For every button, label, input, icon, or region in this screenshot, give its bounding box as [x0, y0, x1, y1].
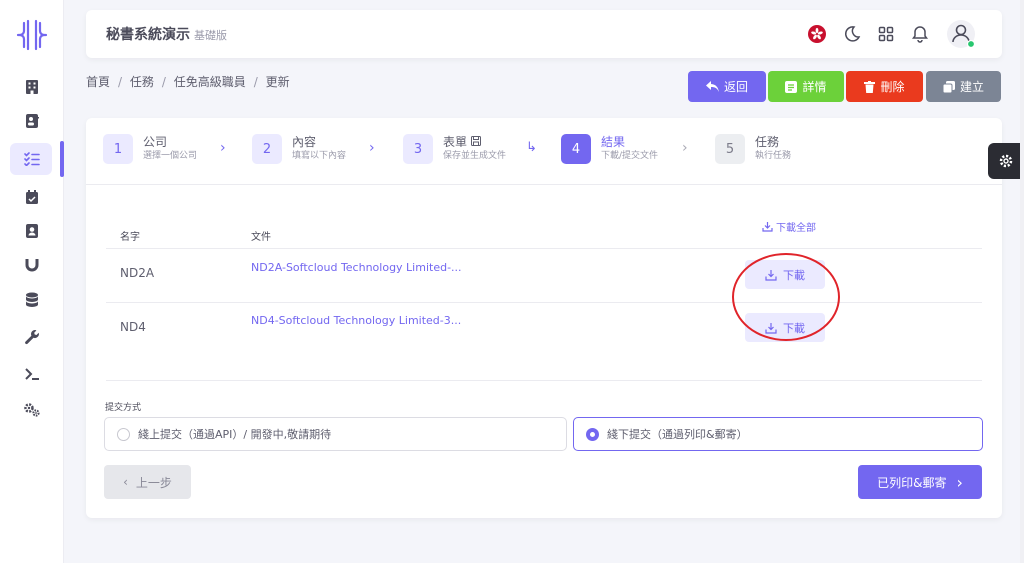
submission-option-label: 綫上提交（通過API）/ 開發中,敬請期待 — [138, 428, 332, 441]
breadcrumb-tasks[interactable]: 任務 — [130, 75, 154, 89]
back-button[interactable]: 返回 — [688, 71, 766, 102]
app-logo[interactable] — [14, 18, 50, 52]
row-file-link[interactable]: ND2A-Softcloud Technology Limited-... — [251, 261, 462, 274]
details-icon — [785, 80, 798, 93]
save-icon — [470, 136, 481, 146]
copy-icon — [942, 80, 955, 93]
submission-option-online[interactable]: 綫上提交（通過API）/ 開發中,敬請期待 — [104, 417, 567, 451]
detail-button[interactable]: 詳情 — [768, 71, 844, 102]
wrench-icon[interactable] — [22, 327, 42, 347]
chevron-right-icon: › — [369, 140, 375, 156]
step-number: 3 — [403, 134, 433, 164]
delete-button[interactable]: 刪除 — [846, 71, 923, 102]
corner-down-right-icon: ↳ — [526, 140, 537, 155]
chevron-right-icon: › — [220, 140, 226, 156]
top-header: 秘書系統演示 基礎版 — [86, 10, 1002, 58]
breadcrumb-current: 更新 — [265, 75, 290, 89]
breadcrumb-appointment[interactable]: 任免高級職員 — [174, 75, 246, 89]
printed-mailed-label: 已列印&郵寄 — [877, 475, 947, 490]
create-button-label: 建立 — [959, 80, 984, 94]
chevron-left-icon: ‹ — [123, 475, 128, 489]
previous-step-label: 上一步 — [135, 475, 172, 490]
chevron-right-icon: › — [956, 472, 963, 492]
building-icon[interactable] — [22, 77, 42, 97]
step-title: 內容 — [292, 135, 317, 149]
radio-button-selected[interactable] — [586, 427, 599, 441]
step-content[interactable]: 2 內容填寫以下內容 — [252, 134, 346, 164]
breadcrumb-home[interactable]: 首頁 — [86, 75, 110, 89]
calendar-check-icon[interactable] — [22, 187, 42, 207]
step-title: 任務 — [755, 135, 780, 149]
column-header-file: 文件 — [251, 232, 271, 243]
step-task[interactable]: 5 任務執行任務 — [715, 134, 791, 164]
magnet-icon[interactable] — [22, 255, 42, 275]
printed-mailed-button[interactable]: 已列印&郵寄 › — [858, 465, 982, 499]
step-title: 表單 — [443, 135, 506, 150]
previous-step-button[interactable]: ‹ 上一步 — [104, 465, 191, 499]
chevron-right-icon: › — [682, 140, 688, 156]
step-result[interactable]: 4 結果下載/提交文件 — [561, 134, 658, 164]
row-name: ND2A — [120, 266, 155, 280]
address-book-icon[interactable] — [22, 221, 42, 241]
submission-option-offline[interactable]: 綫下提交（通過列印&郵寄） — [573, 417, 983, 451]
table-row-divider — [106, 302, 982, 303]
task-list-icon[interactable] — [22, 149, 42, 169]
app-edition: 基礎版 — [194, 29, 227, 42]
detail-button-label: 詳情 — [802, 80, 827, 94]
step-subtitle: 下載/提交文件 — [601, 151, 659, 161]
hong-kong-flag-icon[interactable] — [807, 24, 827, 44]
gears-icon[interactable] — [22, 400, 42, 420]
contact-card-icon[interactable] — [22, 111, 42, 131]
step-subtitle: 保存並生成文件 — [443, 151, 507, 161]
gear-icon — [999, 154, 1013, 168]
submission-method-label: 提交方式 — [105, 403, 142, 413]
scrollbar[interactable] — [1020, 0, 1024, 563]
step-number: 5 — [715, 134, 745, 164]
download-icon — [762, 222, 773, 232]
step-title: 結果 — [601, 135, 626, 149]
radio-button[interactable] — [117, 427, 130, 441]
database-icon[interactable] — [22, 290, 42, 310]
step-title: 公司 — [143, 135, 168, 149]
row-file-link[interactable]: ND4-Softcloud Technology Limited-3... — [251, 314, 461, 327]
download-all-link[interactable]: 下載全部 — [762, 219, 816, 234]
download-all-label: 下載全部 — [776, 223, 816, 234]
step-form[interactable]: 3 表單 保存並生成文件 — [403, 134, 506, 164]
grid-icon[interactable] — [876, 24, 896, 44]
create-button[interactable]: 建立 — [926, 71, 1001, 102]
main-card: 1 公司選擇一個公司 › 2 內容填寫以下內容 › 3 表單 保存並生成文件 ↳… — [86, 118, 1002, 518]
active-nav-indicator — [60, 141, 64, 177]
sidebar — [0, 0, 64, 563]
row-name: ND4 — [120, 320, 146, 334]
terminal-icon[interactable] — [22, 364, 42, 384]
step-number: 2 — [252, 134, 282, 164]
breadcrumb: 首頁 / 任務 / 任免高級職員 / 更新 — [86, 75, 290, 89]
bell-icon[interactable] — [910, 24, 930, 44]
step-company[interactable]: 1 公司選擇一個公司 — [103, 134, 197, 164]
column-header-name: 名字 — [120, 232, 140, 243]
trash-icon — [864, 80, 876, 93]
divider — [86, 184, 1002, 185]
reply-icon — [705, 81, 719, 92]
back-button-label: 返回 — [723, 80, 748, 94]
app-title-text: 秘書系統演示 — [106, 27, 190, 43]
submission-option-label: 綫下提交（通過列印&郵寄） — [607, 428, 748, 441]
user-avatar-icon[interactable] — [946, 19, 976, 49]
app-title: 秘書系統演示 基礎版 — [106, 24, 227, 44]
divider — [106, 380, 982, 381]
theme-settings-button[interactable] — [988, 143, 1024, 179]
moon-icon[interactable] — [842, 24, 862, 44]
step-subtitle: 選擇一個公司 — [143, 151, 198, 161]
table-header-divider — [106, 248, 982, 249]
step-subtitle: 執行任務 — [755, 151, 792, 161]
step-number: 1 — [103, 134, 133, 164]
delete-button-label: 刪除 — [880, 80, 905, 94]
step-subtitle: 填寫以下內容 — [292, 151, 347, 161]
highlight-annotation-circle — [732, 253, 840, 341]
step-number: 4 — [561, 134, 591, 164]
